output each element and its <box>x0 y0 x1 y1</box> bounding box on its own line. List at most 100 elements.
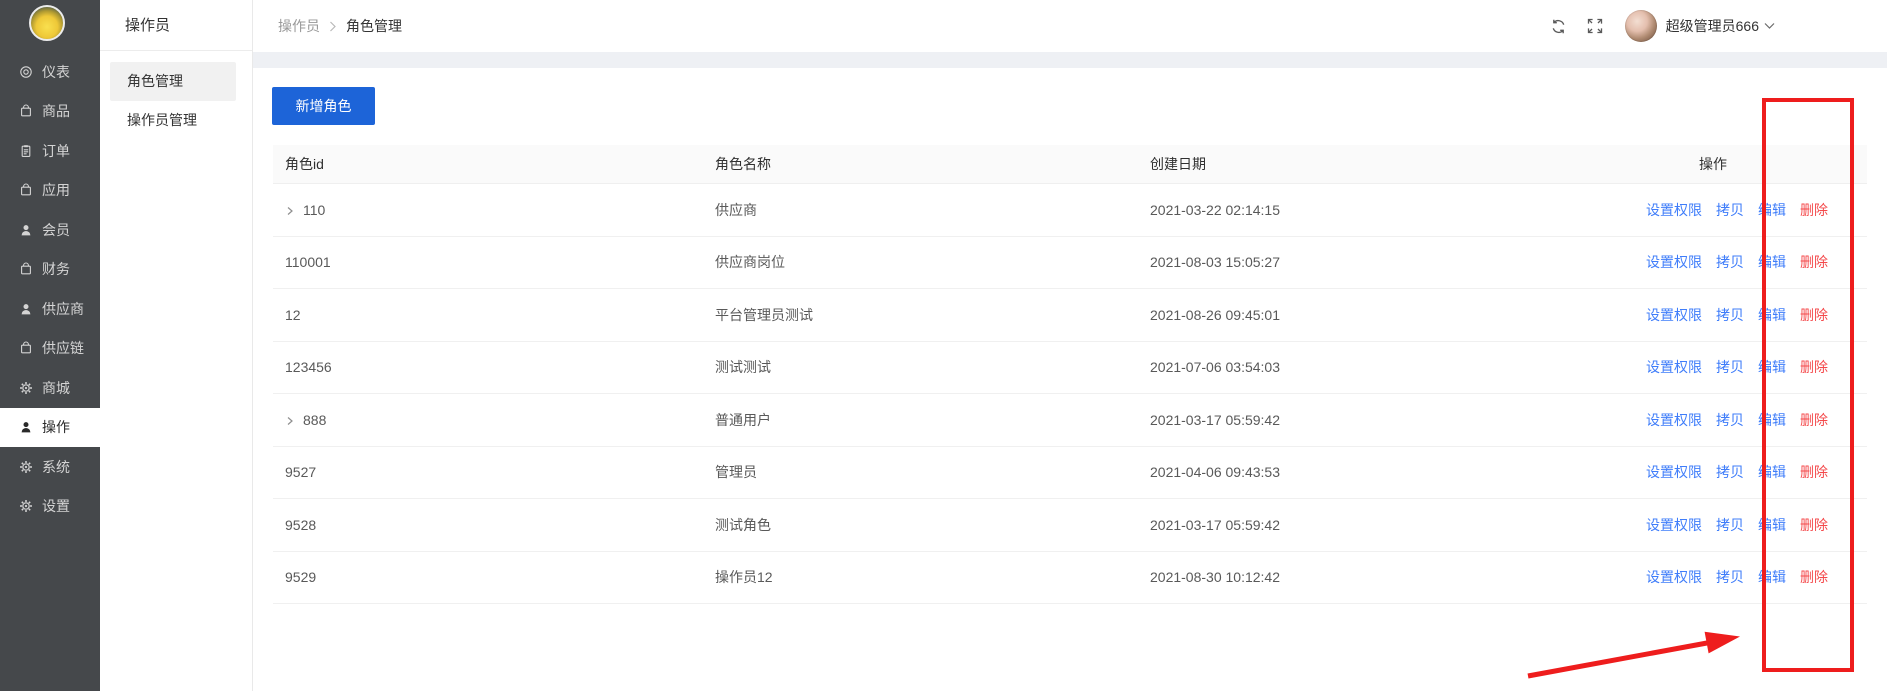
screen: 仪表商品订单应用会员财务供应商供应链商城操作系统设置 操作员 角色管理操作员管理… <box>0 0 1887 691</box>
role-table-body: 110供应商2021-03-22 02:14:15设置权限拷贝编辑删除11000… <box>273 184 1867 604</box>
sidebar-item-dashboard[interactable]: 仪表 <box>0 52 100 92</box>
chevron-down-icon[interactable] <box>1764 22 1775 30</box>
role-id: 110 <box>303 202 325 218</box>
role-id: 9528 <box>285 517 316 533</box>
table-row: 9527管理员2021-04-06 09:43:53设置权限拷贝编辑删除 <box>273 446 1867 499</box>
role-id: 9529 <box>285 569 316 585</box>
edit-link[interactable]: 编辑 <box>1758 359 1786 375</box>
expand-row-icon[interactable] <box>285 206 295 216</box>
user-icon <box>19 302 33 316</box>
delete-link[interactable]: 删除 <box>1800 254 1828 270</box>
user-name[interactable]: 超级管理员666 <box>1666 16 1759 36</box>
add-role-button[interactable]: 新增角色 <box>272 87 375 125</box>
breadcrumb-separator-icon <box>329 21 337 32</box>
role-id-cell: 110001 <box>273 236 703 289</box>
bag-icon <box>19 341 33 355</box>
expand-row-icon[interactable] <box>285 416 295 426</box>
set-permissions-link[interactable]: 设置权限 <box>1646 412 1702 428</box>
edit-link[interactable]: 编辑 <box>1758 202 1786 218</box>
role-name-cell: 测试测试 <box>703 341 1138 394</box>
role-name-cell: 普通用户 <box>703 394 1138 447</box>
gear-icon <box>19 381 33 395</box>
role-id: 110001 <box>285 254 331 270</box>
delete-link[interactable]: 删除 <box>1800 569 1828 585</box>
submenu-item-operator-management[interactable]: 操作员管理 <box>110 101 236 140</box>
sidebar-item-finance[interactable]: 财务 <box>0 250 100 290</box>
actions-cell: 设置权限拷贝编辑删除 <box>1620 499 1867 552</box>
role-name-cell: 测试角色 <box>703 499 1138 552</box>
set-permissions-link[interactable]: 设置权限 <box>1646 517 1702 533</box>
role-id: 12 <box>285 307 301 323</box>
sidebar-item-goods[interactable]: 商品 <box>0 92 100 132</box>
sidebar-item-members[interactable]: 会员 <box>0 210 100 250</box>
set-permissions-link[interactable]: 设置权限 <box>1646 359 1702 375</box>
edit-link[interactable]: 编辑 <box>1758 517 1786 533</box>
actions-cell: 设置权限拷贝编辑删除 <box>1620 341 1867 394</box>
sidebar-item-label: 供应链 <box>42 338 84 358</box>
clipboard-icon <box>19 144 33 158</box>
table-row: 12平台管理员测试2021-08-26 09:45:01设置权限拷贝编辑删除 <box>273 289 1867 342</box>
delete-link[interactable]: 删除 <box>1800 412 1828 428</box>
copy-link[interactable]: 拷贝 <box>1716 254 1744 270</box>
copy-link[interactable]: 拷贝 <box>1716 359 1744 375</box>
sidebar-item-operation[interactable]: 操作 <box>0 408 100 448</box>
user-icon <box>19 223 33 237</box>
role-id-cell: 9528 <box>273 499 703 552</box>
actions-cell: 设置权限拷贝编辑删除 <box>1620 236 1867 289</box>
delete-link[interactable]: 删除 <box>1800 464 1828 480</box>
set-permissions-link[interactable]: 设置权限 <box>1646 202 1702 218</box>
sidebar-item-label: 会员 <box>42 220 70 240</box>
copy-link[interactable]: 拷贝 <box>1716 412 1744 428</box>
sidebar-item-label: 财务 <box>42 259 70 279</box>
role-id-cell: 9527 <box>273 446 703 499</box>
copy-link[interactable]: 拷贝 <box>1716 464 1744 480</box>
edit-link[interactable]: 编辑 <box>1758 464 1786 480</box>
sidebar-item-settings[interactable]: 设置 <box>0 487 100 527</box>
sidebar-item-supply-chain[interactable]: 供应链 <box>0 329 100 369</box>
fullscreen-icon[interactable] <box>1587 18 1603 34</box>
copy-link[interactable]: 拷贝 <box>1716 307 1744 323</box>
copy-link[interactable]: 拷贝 <box>1716 569 1744 585</box>
edit-link[interactable]: 编辑 <box>1758 307 1786 323</box>
edit-link[interactable]: 编辑 <box>1758 569 1786 585</box>
actions-cell: 设置权限拷贝编辑删除 <box>1620 446 1867 499</box>
created-date-cell: 2021-03-17 05:59:42 <box>1138 499 1620 552</box>
roles-table: 角色id 角色名称 创建日期 操作 110供应商2021-03-22 02:14… <box>273 145 1867 604</box>
role-id-cell: 9529 <box>273 551 703 604</box>
topbar: 操作员 角色管理 <box>253 0 1887 52</box>
copy-link[interactable]: 拷贝 <box>1716 517 1744 533</box>
delete-link[interactable]: 删除 <box>1800 517 1828 533</box>
edit-link[interactable]: 编辑 <box>1758 412 1786 428</box>
submenu-list: 角色管理操作员管理 <box>100 51 252 140</box>
sidebar-item-mall[interactable]: 商城 <box>0 368 100 408</box>
delete-link[interactable]: 删除 <box>1800 307 1828 323</box>
role-id-cell: 110 <box>273 184 703 237</box>
sidebar-item-orders[interactable]: 订单 <box>0 131 100 171</box>
copy-link[interactable]: 拷贝 <box>1716 202 1744 218</box>
role-name-cell: 供应商岗位 <box>703 236 1138 289</box>
set-permissions-link[interactable]: 设置权限 <box>1646 569 1702 585</box>
sidebar-item-apps[interactable]: 应用 <box>0 171 100 211</box>
set-permissions-link[interactable]: 设置权限 <box>1646 307 1702 323</box>
user-avatar[interactable] <box>1625 10 1657 42</box>
column-header-role-name: 角色名称 <box>703 145 1138 184</box>
breadcrumb-item-operator[interactable]: 操作员 <box>278 16 320 36</box>
set-permissions-link[interactable]: 设置权限 <box>1646 464 1702 480</box>
topbar-right: 超级管理员666 <box>1530 10 1775 42</box>
delete-link[interactable]: 删除 <box>1800 359 1828 375</box>
submenu-item-role-management[interactable]: 角色管理 <box>110 62 236 101</box>
table-header-row: 角色id 角色名称 创建日期 操作 <box>273 145 1867 184</box>
role-id-cell: 12 <box>273 289 703 342</box>
breadcrumb-item-role-management: 角色管理 <box>346 16 402 36</box>
column-header-role-id: 角色id <box>273 145 703 184</box>
delete-link[interactable]: 删除 <box>1800 202 1828 218</box>
created-date-cell: 2021-07-06 03:54:03 <box>1138 341 1620 394</box>
set-permissions-link[interactable]: 设置权限 <box>1646 254 1702 270</box>
primary-sidebar: 仪表商品订单应用会员财务供应商供应链商城操作系统设置 <box>0 0 100 691</box>
refresh-icon[interactable] <box>1550 18 1567 35</box>
sidebar-item-system[interactable]: 系统 <box>0 447 100 487</box>
edit-link[interactable]: 编辑 <box>1758 254 1786 270</box>
sidebar-item-label: 操作 <box>42 417 70 437</box>
sidebar-item-supplier[interactable]: 供应商 <box>0 289 100 329</box>
sidebar-item-label: 应用 <box>42 180 70 200</box>
